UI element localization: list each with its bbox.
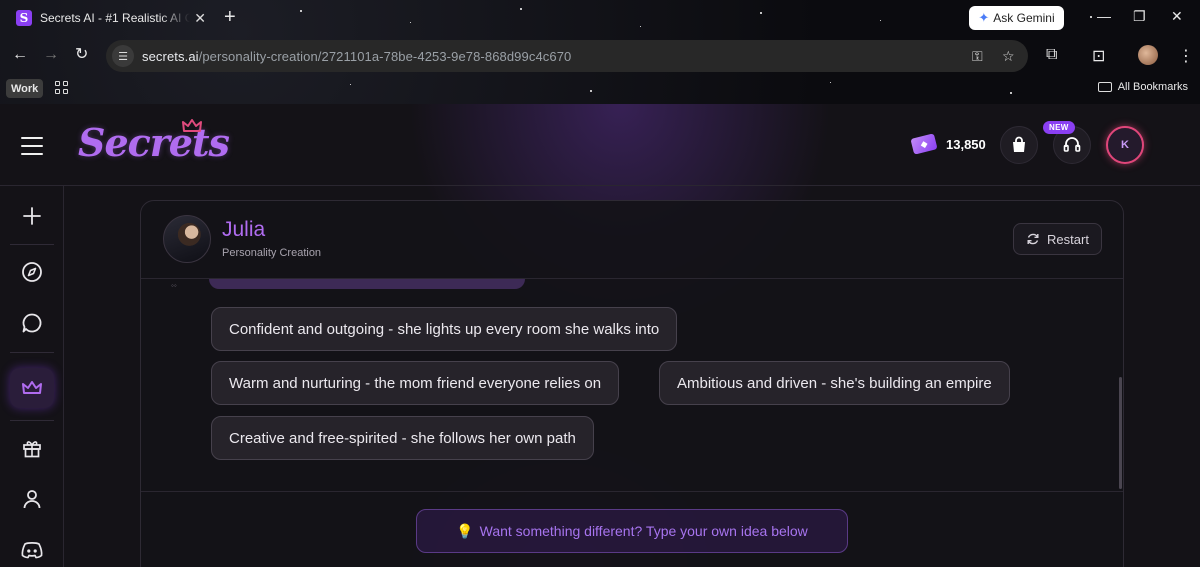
personality-option[interactable]: Warm and nurturing - the mom friend ever…: [211, 361, 620, 405]
ask-gemini-button[interactable]: ✦ Ask Gemini: [969, 6, 1064, 30]
logo[interactable]: Secrets: [78, 120, 230, 165]
crown-icon: [22, 381, 42, 394]
restart-label: Restart: [1047, 231, 1089, 247]
character-avatar[interactable]: [163, 215, 211, 263]
browser-profile-avatar[interactable]: [1138, 45, 1158, 65]
shop-button[interactable]: [1000, 126, 1038, 164]
message-avatar-fragment: ◦◦: [171, 281, 177, 290]
menu-icon[interactable]: [21, 137, 43, 161]
compass-icon: [22, 262, 42, 282]
coin-count: 13,850: [946, 136, 986, 152]
address-bar[interactable]: ☰ secrets.ai/personality-creation/272110…: [106, 40, 1028, 72]
folder-icon: [1097, 82, 1112, 92]
tab-title: Secrets AI - #1 Realistic AI Girlfriend: [40, 11, 190, 25]
close-icon[interactable]: ✕: [194, 10, 206, 27]
discord-icon: [21, 542, 43, 559]
reload-icon[interactable]: ↻: [75, 46, 88, 64]
headset-icon: [1063, 137, 1081, 152]
restart-button[interactable]: Restart: [1013, 223, 1102, 255]
app-header: Secrets ◆ 13,850 NEW K: [0, 104, 1200, 186]
new-badge: NEW: [1043, 121, 1075, 134]
new-tab-button[interactable]: +: [224, 6, 236, 28]
app-root: Secrets ◆ 13,850 NEW K Julia Personality…: [0, 104, 1200, 567]
ask-gemini-label: Ask Gemini: [993, 11, 1055, 25]
nav-bar: ← → ↻ ☰ secrets.ai/personality-creation/…: [0, 38, 1200, 74]
personality-option[interactable]: Confident and outgoing - she lights up e…: [211, 307, 678, 351]
favicon-icon: S: [16, 10, 32, 26]
sidebar-item-discord[interactable]: [10, 530, 54, 567]
browser-tab[interactable]: S Secrets AI - #1 Realistic AI Girlfrien…: [8, 4, 214, 32]
sidebar-divider: [10, 420, 54, 421]
bookmarks-bar: Work All Bookmarks: [0, 76, 1200, 102]
custom-idea-hint[interactable]: 💡 Want something different? Type your ow…: [416, 509, 848, 553]
logo-crown-icon: [182, 119, 202, 132]
coin-balance[interactable]: ◆ 13,850: [910, 133, 986, 155]
gemini-icon: ✦: [978, 10, 990, 25]
reading-list-icon[interactable]: ⊡: [1092, 46, 1105, 66]
user-avatar[interactable]: K: [1106, 126, 1144, 164]
sidebar-divider: [10, 244, 54, 245]
window-close-icon[interactable]: ✕: [1171, 9, 1183, 23]
sidebar-item-create[interactable]: [10, 196, 54, 236]
forward-icon[interactable]: →: [43, 46, 59, 64]
sidebar-item-create-character[interactable]: [10, 368, 54, 408]
previous-message-bubble: [209, 279, 525, 289]
plus-icon: [23, 207, 41, 225]
browser-chrome: S Secrets AI - #1 Realistic AI Girlfrien…: [0, 0, 1200, 104]
sidebar-divider: [10, 352, 54, 353]
sidebar: [0, 186, 64, 567]
gift-icon: [23, 441, 41, 458]
chat-scrollbar[interactable]: [1119, 377, 1122, 489]
chat-icon: [22, 313, 42, 333]
browser-menu-icon[interactable]: ⋮: [1178, 46, 1194, 66]
coin-icon: ◆: [910, 133, 938, 155]
custom-idea-text: Want something different? Type your own …: [479, 523, 808, 539]
refresh-icon: [1027, 233, 1039, 245]
all-bookmarks-button[interactable]: All Bookmarks: [1097, 81, 1188, 93]
apps-icon[interactable]: [55, 81, 68, 94]
tab-strip: S Secrets AI - #1 Realistic AI Girlfrien…: [0, 0, 1200, 36]
url-text: secrets.ai/personality-creation/2721101a…: [142, 48, 572, 64]
user-icon: [23, 490, 41, 509]
chat-subtitle: Personality Creation: [222, 247, 322, 259]
site-info-icon[interactable]: ☰: [112, 45, 134, 67]
profile-chip-work[interactable]: Work: [6, 79, 44, 98]
restore-icon[interactable]: ❐: [1133, 9, 1146, 23]
character-name: Julia: [222, 218, 266, 241]
all-bookmarks-label: All Bookmarks: [1117, 81, 1188, 93]
sidebar-item-gifts[interactable]: [10, 428, 54, 468]
extensions-icon[interactable]: ⧉: [1046, 46, 1057, 64]
panel-divider: [141, 491, 1123, 492]
minimize-icon[interactable]: —: [1097, 9, 1111, 23]
lightbulb-icon: 💡: [456, 522, 474, 539]
chat-panel: Julia Personality Creation Restart ◦◦ Co…: [140, 200, 1124, 567]
personality-option[interactable]: Ambitious and driven - she's building an…: [659, 361, 1010, 405]
sidebar-item-chat[interactable]: [10, 303, 54, 343]
chat-header: Julia Personality Creation Restart: [141, 201, 1123, 279]
sidebar-item-profile[interactable]: [10, 479, 54, 519]
key-icon[interactable]: ⚿: [972, 48, 983, 65]
personality-option[interactable]: Creative and free-spirited - she follows…: [211, 416, 594, 460]
sidebar-item-explore[interactable]: [10, 252, 54, 292]
bookmark-star-icon[interactable]: ☆: [1002, 48, 1015, 65]
shopping-bag-icon: [1013, 136, 1025, 152]
back-icon[interactable]: ←: [12, 46, 28, 64]
